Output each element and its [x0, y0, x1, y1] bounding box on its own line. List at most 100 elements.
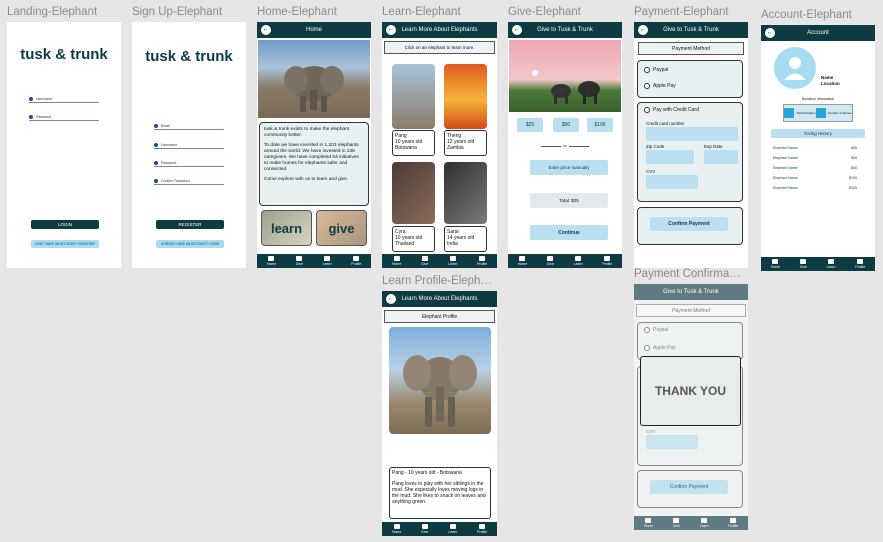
elephant-hero-image [258, 40, 370, 118]
give-tile-button[interactable]: give [316, 210, 367, 246]
credit-card-option[interactable]: Pay with Credit Card [644, 107, 699, 113]
person-icon [353, 256, 360, 261]
confirm-payment-button: Confirm Payment [650, 480, 728, 494]
zip-input[interactable] [646, 150, 694, 164]
profile-header: ← Learn More About Elephants [382, 291, 497, 307]
paypal-option[interactable]: Paypal [644, 67, 668, 73]
back-arrow-icon[interactable]: ← [638, 25, 648, 35]
frame-title-learn: Learn-Elephant [382, 6, 461, 18]
continue-button[interactable]: Continue [530, 225, 608, 240]
elephant-card-pang[interactable]: Pang 10 years old Botswana [392, 130, 435, 156]
cvv-input[interactable] [646, 175, 698, 189]
frame-title-signup: Sign Up-Elephant [132, 6, 223, 18]
password-field[interactable]: Password [154, 160, 224, 167]
nav-profile-label: Profile [351, 262, 362, 266]
nav-give[interactable]: Give [421, 524, 428, 534]
home-paragraph-3: Come explore with us to learn and give. [264, 177, 349, 182]
nav-profile[interactable]: Profile [477, 256, 487, 266]
confirm-password-field[interactable]: Confirm Password [154, 178, 224, 185]
amount-25-button[interactable]: $25 [517, 118, 543, 132]
nav-home[interactable]: Home [392, 524, 401, 534]
avatar [774, 47, 816, 89]
history-row: Elephant Name $100 [773, 176, 857, 186]
exp-input[interactable] [704, 150, 738, 164]
nav-home[interactable]: Home [267, 256, 276, 266]
applepay-label: Apple Pay [653, 83, 676, 89]
nav-home[interactable]: Home [771, 259, 780, 269]
total-donation-stat: Total Donation [784, 108, 816, 118]
nav-profile[interactable]: Profile [351, 256, 361, 266]
history-amount: $50 [851, 156, 857, 160]
back-arrow-icon[interactable]: ← [386, 25, 396, 35]
credit-card-label: Pay with Credit Card [653, 107, 699, 113]
card-number-input[interactable] [646, 127, 738, 141]
elephant-icon [324, 256, 331, 261]
register-button[interactable]: REGISTER [156, 220, 224, 229]
cvv-input [646, 435, 698, 449]
frame-title-payment: Payment-Elephant [634, 6, 729, 18]
confirm-method-label: Payment Method [672, 307, 710, 314]
username-field[interactable]: Username [154, 142, 224, 149]
confirm-method-box: Payment Method [636, 304, 746, 317]
register-link[interactable]: DON'T HAVE AN ACCOUNT? REGISTER [31, 240, 99, 248]
back-arrow-icon[interactable]: ← [512, 25, 522, 35]
password-field[interactable]: Password [29, 114, 99, 121]
nav-home[interactable]: Home [518, 256, 527, 266]
elephant-card-image-theng[interactable] [444, 64, 487, 129]
account-header: ← Account [761, 25, 875, 41]
back-arrow-icon[interactable]: ← [261, 25, 271, 35]
nav-learn[interactable]: Learn [448, 256, 457, 266]
frame-home: ← Home tusk & trunk exists to make the el… [257, 22, 371, 268]
elephant-card-image-sarai[interactable] [444, 162, 487, 224]
enter-price-manually-button[interactable]: Enter price manually [530, 160, 608, 175]
nav-learn[interactable]: Learn [448, 524, 457, 534]
elephant-card-sarai[interactable]: Sarai 14 years old India [444, 226, 487, 252]
lock-icon [154, 179, 158, 183]
nav-learn-label: Learn [699, 524, 709, 528]
nav-give-label: Give [421, 530, 429, 534]
elephant-icon [575, 256, 582, 261]
nav-profile[interactable]: Profile [855, 259, 865, 269]
username-label: Username [161, 143, 178, 147]
nav-home[interactable]: Home [392, 256, 401, 266]
elephant-card-image-pang[interactable] [392, 64, 435, 129]
nav-give[interactable]: Give [296, 256, 303, 266]
nav-give[interactable]: Give [421, 256, 428, 266]
nav-profile[interactable]: Profile [477, 524, 487, 534]
frame-landing: tusk & trunk Username Password LOGIN DON… [7, 22, 121, 268]
amount-100-button[interactable]: $100 [587, 118, 613, 132]
bottom-nav: Home Give Learn Profile [761, 257, 875, 271]
radio-icon [644, 107, 650, 113]
learn-title: Learn More About Elephants [401, 27, 478, 33]
nav-give[interactable]: Give [800, 259, 807, 269]
give-header: ← Give to Tusk & Trunk [508, 22, 622, 38]
frame-account: ← Account Name Location Donation Informat… [761, 25, 875, 271]
elephant-card-image-cyra[interactable] [392, 162, 435, 224]
give-tile-label: give [328, 220, 355, 236]
elephant-card-cyra[interactable]: Cyra 10 years old Thailand [392, 226, 435, 252]
elephant-card-theng[interactable]: Theng 12 years old Zambia [444, 130, 487, 156]
hand-icon [421, 524, 428, 529]
amount-50-button[interactable]: $50 [553, 118, 579, 132]
confirm-payment-button[interactable]: Confirm Payment [650, 217, 728, 231]
nav-learn[interactable]: Learn [323, 256, 332, 266]
elephant-icon [449, 256, 456, 261]
nav-learn[interactable]: Learn [827, 259, 836, 269]
login-button[interactable]: LOGIN [31, 220, 99, 229]
nav-learn[interactable]: Learn [574, 256, 583, 266]
back-arrow-icon[interactable]: ← [386, 294, 396, 304]
nav-profile[interactable]: Profile [602, 256, 612, 266]
back-arrow-icon[interactable]: ← [765, 28, 775, 38]
applepay-option[interactable]: Apple Pay [644, 83, 676, 89]
learn-tile-button[interactable]: learn [261, 210, 312, 246]
frame-title-landing: Landing-Elephant [7, 6, 98, 18]
history-elephant: Elephant Name [773, 156, 798, 160]
login-link[interactable]: ALREADY HAVE AN ACCOUNT? LOGIN [156, 240, 224, 248]
radio-icon [644, 83, 650, 89]
confirm-password-label: Confirm Password [161, 179, 190, 183]
username-field[interactable]: Username [29, 96, 99, 103]
email-field[interactable]: Email [154, 123, 224, 130]
nav-give-label: Give [421, 262, 429, 266]
nav-give[interactable]: Give [547, 256, 554, 266]
total-display: Total: $25 [530, 193, 608, 208]
